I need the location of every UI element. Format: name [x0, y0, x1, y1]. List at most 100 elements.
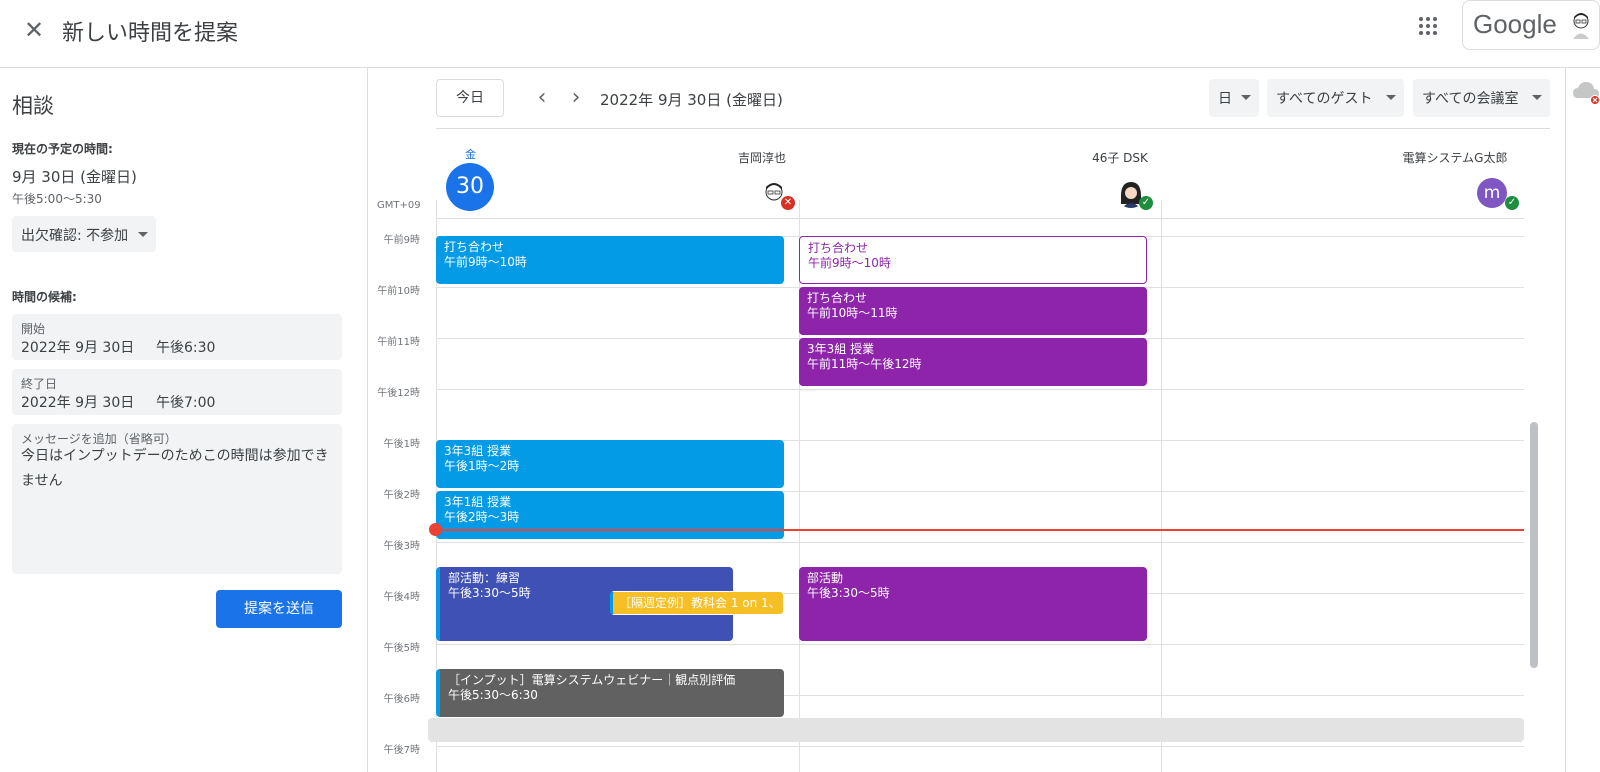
current-time-label: 現在の予定の時間: [12, 142, 113, 156]
start-time[interactable]: 午後6:30 [156, 337, 215, 357]
calendar-event[interactable]: ［隔週定例］教科会 1 on 1、 [610, 591, 784, 615]
current-time-dot [429, 523, 442, 536]
current-time: 午後5:00〜5:30 [12, 192, 102, 206]
guests-filter-dropdown[interactable]: すべてのゲスト [1267, 79, 1404, 117]
rooms-filter-value: すべての会議室 [1422, 91, 1519, 107]
today-button[interactable]: 今日 [436, 79, 504, 117]
end-time[interactable]: 午後7:00 [156, 392, 215, 412]
rooms-filter-dropdown[interactable]: すべての会議室 [1413, 79, 1550, 117]
chevron-down-icon [1386, 95, 1396, 100]
view-dropdown[interactable]: 日 [1209, 79, 1259, 117]
hour-label: 午後5時 [383, 643, 420, 654]
hour-label: 午後12時 [377, 388, 420, 399]
event-title: 打ち合わせ [808, 241, 869, 255]
message-field[interactable]: メッセージを追加（省略可） 今日はインプットデーのためこの時間は参加できません [12, 424, 342, 574]
account-avatar-icon [1573, 13, 1589, 39]
event-time: 午前9時〜10時 [444, 255, 527, 269]
prev-day-button[interactable]: ‹ [530, 84, 554, 112]
candidates-label: 時間の候補: [12, 290, 77, 304]
hour-label: 午前11時 [377, 337, 420, 348]
end-field[interactable]: 終了日 2022年 9月 30日 午後7:00 [12, 369, 342, 415]
event-title: 3年3組 授業 [807, 342, 875, 356]
event-title: ［インプット］電算システムウェビナー｜観点別評価 [448, 673, 736, 687]
grid-header-divider [436, 218, 1524, 219]
event-time: 午後2時〜3時 [444, 510, 520, 524]
calendar-event[interactable]: 部活動 午後3:30〜5時 [799, 567, 1147, 641]
hour-label: 午後4時 [383, 592, 420, 603]
date-range: 2022年 9月 30日 (金曜日) [600, 91, 783, 109]
end-date[interactable]: 2022年 9月 30日 [21, 392, 134, 412]
calendar-event[interactable]: 3年3組 授業 午前11時〜午後12時 [799, 338, 1147, 386]
event-title: 3年1組 授業 [444, 495, 512, 509]
event-title: 打ち合わせ [444, 240, 505, 254]
cloud-offline-icon[interactable] [1572, 78, 1600, 106]
current-time-line [436, 529, 1524, 531]
event-title: ［隔週定例］教科会 1 on 1、 [619, 596, 777, 610]
account-switcher[interactable]: Google [1462, 0, 1600, 50]
rsvp-dropdown[interactable]: 出欠確認: 不参加 [12, 216, 156, 252]
hour-label: 午後1時 [383, 439, 420, 450]
event-time: 午後5:30〜6:30 [448, 688, 538, 702]
hour-label: 午後3時 [383, 541, 420, 552]
calendar-event[interactable]: 打ち合わせ 午前9時〜10時 [436, 236, 784, 284]
close-icon[interactable]: ✕ [20, 16, 48, 44]
event-time: 午前11時〜午後12時 [807, 357, 922, 371]
person-name: 電算システムG太郎 [1402, 151, 1508, 165]
end-label: 終了日 [21, 377, 58, 391]
person-name: 吉岡淳也 [737, 151, 786, 165]
start-field[interactable]: 開始 2022年 9月 30日 午後6:30 [12, 314, 342, 360]
event-title: 部活動 [807, 571, 844, 585]
calendar-event[interactable]: 3年1組 授業 午後2時〜3時 [436, 491, 784, 539]
calendar-event[interactable]: ［インプット］電算システムウェビナー｜観点別評価 午後5:30〜6:30 [436, 669, 784, 717]
column-divider [799, 200, 800, 772]
message-input[interactable]: 今日はインプットデーのためこの時間は参加できません [21, 444, 337, 494]
guests-filter-value: すべてのゲスト [1276, 91, 1373, 107]
event-title: 打ち合わせ [807, 291, 868, 305]
chevron-down-icon [138, 232, 148, 237]
proposed-time-slot[interactable] [428, 718, 1524, 742]
top-bar: ✕ 新しい時間を提案 Google [0, 0, 1600, 68]
calendar-event[interactable]: 打ち合わせ 午前10時〜11時 [799, 287, 1147, 335]
event-time: 午前9時〜10時 [808, 256, 891, 270]
event-title: 部活動：練習 [448, 571, 521, 585]
hour-label: 午後2時 [383, 490, 420, 501]
timezone-label: GMT+09 [377, 200, 421, 211]
event-title: 3年3組 授業 [444, 444, 512, 458]
calendar-event[interactable]: 打ち合わせ 午前9時〜10時 [799, 236, 1147, 284]
toolbar-divider [436, 128, 1550, 129]
hour-gridline [436, 746, 1524, 747]
weekday-label: 金 [465, 148, 476, 161]
start-label: 開始 [21, 322, 46, 336]
declined-icon: ✕ [781, 196, 795, 210]
person-avatar: m [1477, 178, 1507, 208]
send-proposal-button[interactable]: 提案を送信 [216, 590, 342, 628]
side-panel-divider [1565, 68, 1566, 772]
event-time: 午前10時〜11時 [807, 306, 898, 320]
hour-label: 午後7時 [383, 745, 420, 756]
page-title: 新しい時間を提案 [62, 21, 239, 46]
calendar-event[interactable]: 3年3組 授業 午後1時〜2時 [436, 440, 784, 488]
accepted-icon: ✓ [1505, 196, 1519, 210]
hour-gridline [436, 389, 1524, 390]
start-date[interactable]: 2022年 9月 30日 [21, 337, 134, 357]
hour-label: 午前9時 [383, 235, 420, 246]
chevron-down-icon [1532, 95, 1542, 100]
scrollbar[interactable] [1530, 422, 1538, 668]
hour-gridline [436, 542, 1524, 543]
apps-grid-icon[interactable] [1416, 14, 1440, 38]
day-number[interactable]: 30 [446, 163, 494, 211]
event-time: 午後3:30〜5時 [807, 586, 890, 600]
proposal-panel: 相談 現在の予定の時間: 9月 30日 (金曜日) 午後5:00〜5:30 出欠… [0, 68, 368, 772]
hour-label: 午後6時 [383, 694, 420, 705]
person-name: 46子 DSK [1092, 151, 1148, 165]
event-title: 相談 [12, 94, 54, 118]
chevron-down-icon [1241, 95, 1251, 100]
hour-label: 午前10時 [377, 286, 420, 297]
event-time: 午後1時〜2時 [444, 459, 520, 473]
view-value: 日 [1218, 91, 1232, 107]
column-divider [1161, 200, 1162, 772]
accepted-icon: ✓ [1139, 196, 1153, 210]
hour-gridline [436, 644, 1524, 645]
rsvp-value: 出欠確認: 不参加 [21, 228, 129, 244]
next-day-button[interactable]: › [564, 84, 588, 112]
